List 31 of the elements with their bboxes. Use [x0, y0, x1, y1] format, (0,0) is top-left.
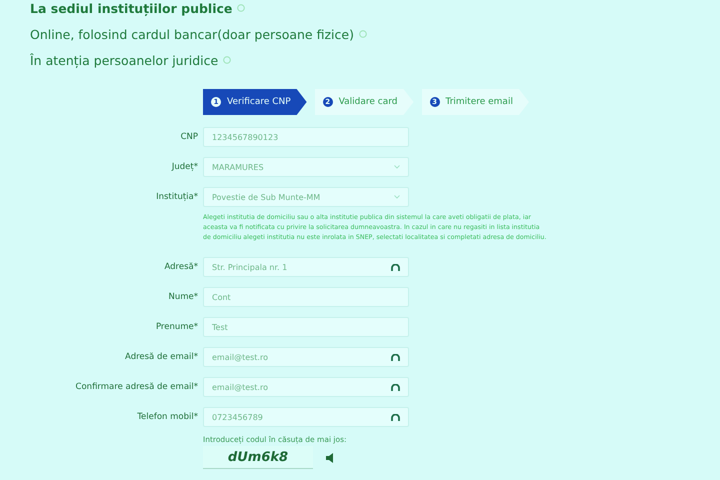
contact-icon	[391, 414, 400, 420]
input-field[interactable]: Str. Principala nr. 1	[203, 257, 409, 277]
chevron-icon	[394, 195, 400, 199]
input-field[interactable]: 1234567890123	[203, 127, 409, 147]
input-field[interactable]: Test	[203, 317, 409, 337]
payment-option-link[interactable]: În atenția persoanelor juridice	[30, 52, 218, 68]
field-label: Adresă de email*	[124, 352, 198, 362]
field-label: Nume*	[167, 292, 198, 302]
field-label: Adresă*	[164, 262, 198, 272]
select-field[interactable]: Povestie de Sub Munte-MM	[203, 187, 409, 207]
field-label: Confirmare adresă de email*	[74, 382, 198, 392]
field-label: Județ*	[170, 162, 198, 172]
field-label: Prenume*	[154, 322, 198, 332]
field-label: Instituția*	[155, 192, 198, 202]
input-field[interactable]: email@test.ro	[203, 377, 409, 397]
chevron-icon	[394, 165, 400, 169]
contact-icon	[391, 354, 400, 360]
payment-option-link[interactable]: Online, folosind cardul bancar(doar persoane fizice)	[30, 26, 354, 42]
info-icon	[358, 30, 367, 38]
contact-icon	[391, 384, 400, 390]
input-field[interactable]: 0723456789	[203, 407, 409, 427]
input-field[interactable]: Cont	[203, 287, 409, 307]
info-icon	[237, 4, 246, 12]
field-label: Telefon mobil*	[136, 412, 198, 422]
field-label: CNP	[180, 132, 198, 142]
info-icon	[223, 56, 232, 64]
captcha-image: dUm6k8	[203, 446, 313, 469]
contact-icon	[391, 264, 400, 270]
payment-option-link[interactable]: La sediul instituțiilor publice	[30, 0, 232, 16]
input-field[interactable]: email@test.ro	[203, 347, 409, 367]
select-field[interactable]: MARAMURES	[203, 157, 409, 177]
